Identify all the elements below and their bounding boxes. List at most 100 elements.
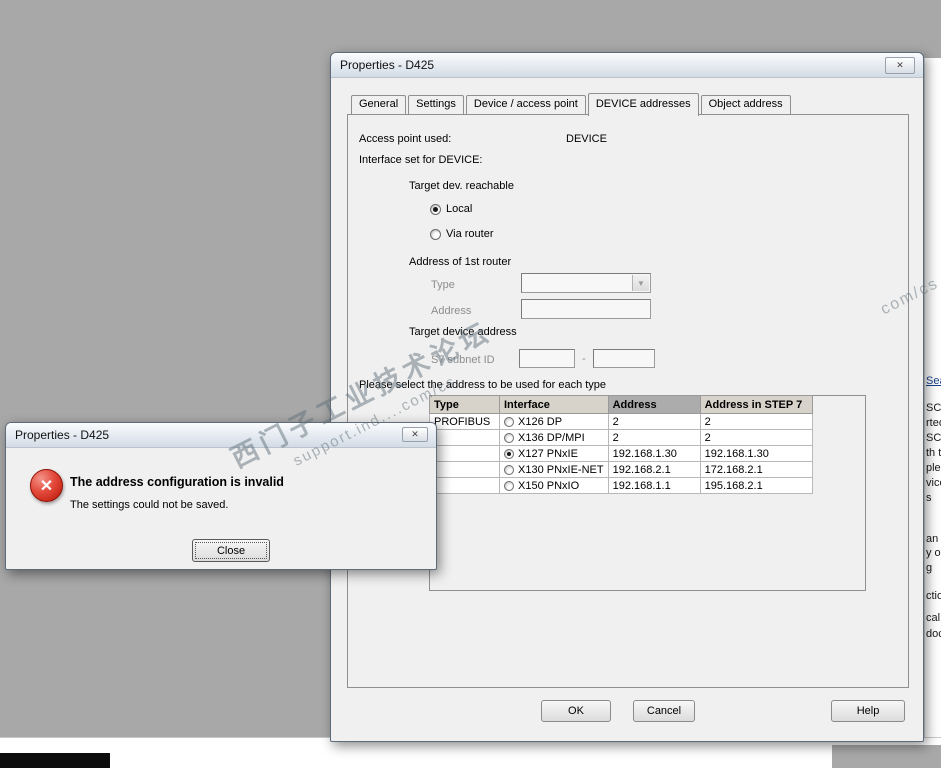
desktop: Sea SC rted SC th th ples vice s an y or… bbox=[0, 0, 941, 768]
bg-text-fragment: g bbox=[926, 562, 933, 574]
help-button[interactable]: Help bbox=[831, 700, 905, 722]
router-type-label: Type bbox=[431, 279, 455, 291]
bg-text-fragment: th th bbox=[926, 447, 941, 459]
error-dialog: Properties - D425 ✕ ✕ The address config… bbox=[5, 422, 437, 570]
router-address-label: Address bbox=[431, 305, 472, 317]
cell-interface: X136 DP/MPI bbox=[499, 429, 609, 446]
interface-label: X150 PNxIO bbox=[518, 479, 580, 492]
bg-text-fragment: doc bbox=[926, 628, 941, 640]
titlebar[interactable]: Properties - D425 ✕ bbox=[331, 53, 923, 78]
error-message-body: The settings could not be saved. bbox=[70, 499, 229, 511]
background-text-column: Sea SC rted SC th th ples vice s an y or… bbox=[924, 58, 941, 737]
bg-text-fragment: ction bbox=[926, 590, 941, 602]
bg-text-fragment: rted bbox=[926, 417, 941, 429]
interface-label: X136 DP/MPI bbox=[518, 431, 585, 444]
cell-interface: X126 DP bbox=[499, 413, 609, 430]
cell-address-step7: 2 bbox=[699, 413, 813, 430]
local-radio-label: Local bbox=[446, 203, 473, 215]
interface-radio[interactable] bbox=[504, 416, 514, 427]
router-address-input bbox=[521, 299, 651, 319]
local-radio[interactable] bbox=[430, 203, 441, 215]
tab-object-address[interactable]: Object address bbox=[700, 95, 791, 114]
via-router-radio[interactable] bbox=[430, 228, 441, 240]
error-x-glyph: ✕ bbox=[39, 477, 54, 495]
interface-radio[interactable] bbox=[504, 432, 514, 443]
bg-text-fragment: y or bbox=[926, 547, 941, 559]
table-row: X127 PNxIE 192.168.1.30 192.168.1.30 bbox=[429, 445, 813, 462]
table-header-row: Type Interface Address Address in STEP 7 bbox=[429, 395, 813, 414]
cell-interface: X127 PNxIE bbox=[499, 445, 609, 462]
close-icon: ✕ bbox=[896, 60, 904, 70]
background-black-bar bbox=[0, 753, 110, 768]
bg-text-fragment: Sea bbox=[926, 375, 941, 387]
cell-address-step7: 192.168.1.30 bbox=[699, 445, 813, 462]
subnet-id-input-2 bbox=[593, 349, 655, 368]
address-table: Type Interface Address Address in STEP 7… bbox=[429, 395, 813, 494]
interface-label: X130 PNxIE-NET bbox=[518, 463, 604, 476]
ok-button[interactable]: OK bbox=[541, 700, 611, 722]
interface-label: X127 PNxIE bbox=[518, 447, 578, 460]
tab-bar: General Settings Device / access point D… bbox=[351, 93, 793, 116]
bg-text-fragment: an bbox=[926, 533, 939, 545]
error-close-action-button[interactable]: Close bbox=[192, 539, 270, 562]
cell-address-step7: 195.168.2.1 bbox=[699, 477, 813, 494]
cell-address: 192.168.2.1 bbox=[607, 461, 701, 478]
interface-label: X126 DP bbox=[518, 415, 563, 428]
background-gray-corner bbox=[832, 745, 941, 768]
cell-address: 2 bbox=[607, 429, 701, 446]
access-point-value: DEVICE bbox=[566, 133, 607, 145]
cell-type bbox=[429, 461, 500, 478]
error-window-title: Properties - D425 bbox=[15, 428, 110, 442]
cell-address: 192.168.1.30 bbox=[607, 445, 701, 462]
cell-address-step7: 172.168.2.1 bbox=[699, 461, 813, 478]
properties-dialog: Properties - D425 ✕ General Settings Dev… bbox=[330, 52, 924, 742]
router-section-label: Address of 1st router bbox=[409, 256, 512, 268]
error-close-button[interactable]: ✕ bbox=[402, 427, 428, 442]
bg-text-fragment: s bbox=[926, 492, 932, 504]
tab-device-access-point[interactable]: Device / access point bbox=[465, 95, 586, 114]
close-button[interactable]: ✕ bbox=[885, 57, 915, 74]
error-titlebar[interactable]: Properties - D425 ✕ bbox=[6, 423, 436, 448]
table-row: X150 PNxIO 192.168.1.1 195.168.2.1 bbox=[429, 477, 813, 494]
error-icon: ✕ bbox=[30, 469, 63, 502]
col-address-step7: Address in STEP 7 bbox=[699, 395, 813, 414]
interface-set-label: Interface set for DEVICE: bbox=[359, 154, 483, 166]
tab-settings[interactable]: Settings bbox=[408, 95, 464, 114]
table-caption: Please select the address to be used for… bbox=[359, 379, 607, 391]
cell-type bbox=[429, 445, 500, 462]
subnet-id-input-1 bbox=[519, 349, 575, 368]
tab-device-addresses[interactable]: DEVICE addresses bbox=[587, 93, 699, 116]
cell-type bbox=[429, 429, 500, 446]
access-point-label: Access point used: bbox=[359, 133, 452, 145]
cell-address: 2 bbox=[607, 413, 701, 430]
cell-type bbox=[429, 477, 500, 494]
bg-text-fragment: ples bbox=[926, 462, 941, 474]
cell-interface: X130 PNxIE-NET bbox=[499, 461, 609, 478]
bg-text-fragment: vice bbox=[926, 477, 941, 489]
table-row: X130 PNxIE-NET 192.168.2.1 172.168.2.1 bbox=[429, 461, 813, 478]
tab-general[interactable]: General bbox=[351, 95, 407, 114]
subnet-separator: - bbox=[582, 353, 586, 365]
cell-address-step7: 2 bbox=[699, 429, 813, 446]
bg-text-fragment: SC bbox=[926, 432, 941, 444]
router-type-select: ▼ bbox=[521, 273, 651, 293]
interface-radio[interactable] bbox=[504, 464, 514, 475]
chevron-down-icon: ▼ bbox=[632, 275, 649, 291]
col-interface: Interface bbox=[499, 395, 609, 414]
cancel-button[interactable]: Cancel bbox=[633, 700, 695, 722]
error-message-title: The address configuration is invalid bbox=[70, 475, 284, 489]
bg-text-fragment: SC bbox=[926, 402, 941, 414]
cell-interface: X150 PNxIO bbox=[499, 477, 609, 494]
window-title: Properties - D425 bbox=[340, 58, 435, 72]
target-device-label: Target device address bbox=[409, 326, 517, 338]
interface-radio[interactable] bbox=[504, 448, 514, 459]
via-router-radio-row: Via router bbox=[430, 228, 494, 240]
col-address[interactable]: Address bbox=[607, 395, 701, 414]
interface-radio[interactable] bbox=[504, 480, 514, 491]
table-row: X136 DP/MPI 2 2 bbox=[429, 429, 813, 446]
col-type: Type bbox=[429, 395, 500, 414]
via-router-radio-label: Via router bbox=[446, 228, 494, 240]
cell-type: PROFIBUS bbox=[429, 413, 500, 430]
subnet-id-label: S7 subnet ID bbox=[431, 354, 495, 366]
cell-address: 192.168.1.1 bbox=[607, 477, 701, 494]
